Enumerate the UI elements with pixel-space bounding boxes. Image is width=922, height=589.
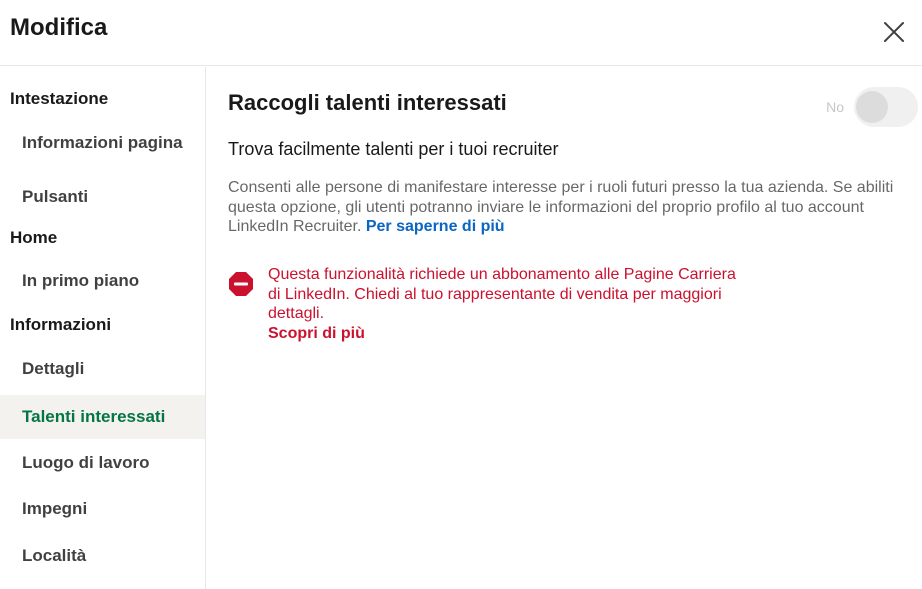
toggle-knob — [856, 91, 888, 123]
error-alert: Questa funzionalità richiede un abboname… — [228, 265, 748, 343]
sidebar-nav: Intestazione Informazioni pagina Pulsant… — [0, 67, 206, 589]
close-icon — [884, 22, 904, 42]
section-description: Consenti alle persone di manifestare int… — [228, 178, 900, 237]
sidebar-item-in-primo-piano[interactable]: In primo piano — [0, 259, 205, 303]
toggle-control: No — [826, 87, 918, 127]
sidebar-item-pulsanti[interactable]: Pulsanti — [0, 175, 205, 219]
sidebar-item-talenti-interessati[interactable]: Talenti interessati — [0, 395, 205, 439]
section-title: Raccogli talenti interessati — [228, 90, 507, 115]
sidebar-group-home: Home — [10, 228, 58, 247]
toggle-switch[interactable] — [854, 87, 918, 127]
sidebar-item-dettagli[interactable]: Dettagli — [0, 347, 205, 391]
error-icon — [229, 272, 253, 296]
main-panel: Raccogli talenti interessati No Trova fa… — [228, 67, 922, 589]
close-button[interactable] — [876, 14, 912, 50]
learn-more-link[interactable]: Per saperne di più — [366, 218, 505, 235]
discover-more-link[interactable]: Scopri di più — [268, 324, 748, 344]
sidebar-group-informazioni: Informazioni — [10, 315, 112, 334]
description-text: Consenti alle persone di manifestare int… — [228, 179, 894, 235]
sidebar-item-luogo-di-lavoro[interactable]: Luogo di lavoro — [0, 441, 205, 485]
sidebar-item-impegni[interactable]: Impegni — [0, 487, 205, 531]
modal-header: Modifica — [0, 0, 922, 66]
sidebar-group-intestazione: Intestazione — [10, 89, 109, 108]
alert-message: Questa funzionalità richiede un abboname… — [268, 265, 748, 343]
toggle-state-label: No — [826, 99, 844, 115]
sidebar-item-informazioni-pagina[interactable]: Informazioni pagina — [0, 121, 205, 165]
modal-title: Modifica — [10, 14, 108, 41]
section-subtitle: Trova facilmente talenti per i tuoi recr… — [228, 139, 559, 159]
sidebar-item-localita[interactable]: Località — [0, 534, 205, 578]
alert-text: Questa funzionalità richiede un abboname… — [268, 266, 736, 322]
